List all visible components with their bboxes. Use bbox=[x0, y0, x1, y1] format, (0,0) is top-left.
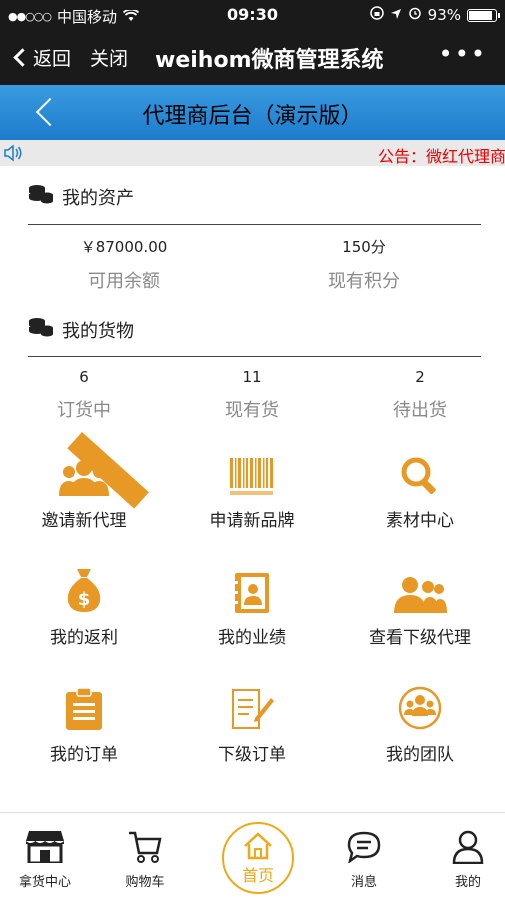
menu-label: 我的团队 bbox=[386, 745, 454, 765]
tab-store[interactable]: 拿货中心 bbox=[5, 829, 85, 890]
user-icon bbox=[428, 829, 505, 865]
app-header: 代理商后台（演示版） bbox=[0, 85, 505, 140]
goods-heading-label: 我的货物 bbox=[62, 320, 134, 342]
menu-label: 邀请新代理 bbox=[41, 511, 127, 531]
tab-label: 拿货中心 bbox=[18, 875, 71, 890]
tab-home[interactable]: 首页 bbox=[222, 822, 294, 894]
tab-label: 消息 bbox=[350, 875, 377, 890]
contact-book-icon bbox=[168, 567, 336, 613]
back-button[interactable]: 返回 bbox=[12, 44, 71, 71]
goods-stat-value: 6 bbox=[79, 368, 89, 386]
chevron-left-icon bbox=[13, 48, 32, 67]
goods-stat-label: 现有货 bbox=[225, 400, 279, 421]
svg-text:$: $ bbox=[78, 589, 91, 610]
tab-messages[interactable]: 消息 bbox=[324, 829, 404, 890]
assets-heading: 我的资产 bbox=[28, 183, 134, 210]
edit-doc-icon bbox=[168, 684, 336, 730]
battery-percent: 93% bbox=[427, 6, 461, 24]
battery-icon bbox=[467, 8, 500, 22]
menu-invite-agent[interactable]: 邀请新代理 bbox=[0, 450, 168, 531]
goods-stat-value: 11 bbox=[242, 368, 262, 386]
menu-label: 我的业绩 bbox=[218, 628, 286, 648]
divider bbox=[28, 224, 481, 225]
divider bbox=[28, 356, 481, 357]
balance-label: 可用余额 bbox=[88, 271, 160, 292]
store-icon bbox=[5, 829, 85, 865]
menu-my-team[interactable]: 我的团队 bbox=[336, 684, 504, 765]
notice-bar: 公告：微红代理商 bbox=[0, 140, 505, 166]
lock-rotation-icon bbox=[369, 6, 384, 24]
menu-view-sub-agents[interactable]: 查看下级代理 bbox=[336, 567, 504, 648]
points-label: 现有积分 bbox=[328, 271, 400, 292]
money-bag-icon: $ bbox=[0, 567, 168, 613]
menu-label: 查看下级代理 bbox=[369, 628, 471, 648]
bottom-tab-bar: 拿货中心 购物车 首页 消息 我的 bbox=[0, 812, 505, 900]
home-icon bbox=[224, 824, 292, 860]
tab-label: 购物车 bbox=[125, 875, 165, 890]
group-circle-icon bbox=[336, 684, 504, 730]
search-icon bbox=[336, 450, 504, 496]
menu-label: 申请新品牌 bbox=[209, 511, 295, 531]
goods-stat-label: 待出货 bbox=[393, 400, 447, 421]
team-icon bbox=[336, 567, 504, 613]
tab-cart[interactable]: 购物车 bbox=[105, 829, 185, 890]
coins-icon bbox=[28, 316, 54, 343]
page-title: weihom微商管理系统 bbox=[155, 48, 384, 73]
goods-stat-in-stock[interactable]: 11 现有货 bbox=[168, 368, 336, 422]
goods-stat-ordering[interactable]: 6 订货中 bbox=[0, 368, 168, 422]
wechat-nav-bar: 返回 关闭 weihom微商管理系统 ••• bbox=[0, 30, 505, 85]
tab-profile[interactable]: 我的 bbox=[428, 829, 505, 890]
message-icon bbox=[324, 829, 404, 865]
status-bar: ●●○○○ 中国移动 09:30 93% bbox=[0, 0, 505, 30]
more-button[interactable]: ••• bbox=[439, 40, 487, 68]
points-stat[interactable]: 150分 现有积分 bbox=[280, 236, 448, 293]
app-title: 代理商后台（演示版） bbox=[142, 104, 363, 129]
notice-text: 公告：微红代理商 bbox=[378, 147, 505, 166]
balance-stat[interactable]: ￥87000.00 可用余额 bbox=[40, 236, 208, 293]
balance-value: ￥87000.00 bbox=[80, 238, 168, 256]
clipboard-icon bbox=[0, 684, 168, 730]
goods-stat-label: 订货中 bbox=[57, 400, 111, 421]
menu-apply-brand[interactable]: 申请新品牌 bbox=[168, 450, 336, 531]
points-value: 150分 bbox=[342, 238, 386, 256]
menu-label: 素材中心 bbox=[386, 511, 454, 531]
menu-label: 我的订单 bbox=[50, 745, 118, 765]
tab-label: 我的 bbox=[454, 875, 481, 890]
speaker-icon bbox=[3, 144, 23, 166]
assets-heading-label: 我的资产 bbox=[62, 187, 134, 209]
goods-heading: 我的货物 bbox=[28, 316, 134, 343]
menu-my-orders[interactable]: 我的订单 bbox=[0, 684, 168, 765]
tab-label: 首页 bbox=[241, 866, 274, 885]
coins-icon bbox=[28, 183, 54, 210]
menu-my-performance[interactable]: 我的业绩 bbox=[168, 567, 336, 648]
back-label: 返回 bbox=[33, 48, 72, 70]
barcode-icon bbox=[168, 450, 336, 496]
menu-my-rebate[interactable]: $ 我的返利 bbox=[0, 567, 168, 648]
menu-sub-orders[interactable]: 下级订单 bbox=[168, 684, 336, 765]
menu-label: 我的返利 bbox=[50, 628, 118, 648]
cart-icon bbox=[105, 829, 185, 865]
menu-label: 下级订单 bbox=[218, 745, 286, 765]
goods-stat-value: 2 bbox=[415, 368, 425, 386]
goods-stat-to-ship[interactable]: 2 待出货 bbox=[336, 368, 504, 422]
alarm-icon bbox=[408, 6, 422, 24]
close-button[interactable]: 关闭 bbox=[90, 44, 128, 71]
users-icon bbox=[0, 450, 168, 496]
menu-material-center[interactable]: 素材中心 bbox=[336, 450, 504, 531]
location-icon bbox=[390, 6, 402, 24]
